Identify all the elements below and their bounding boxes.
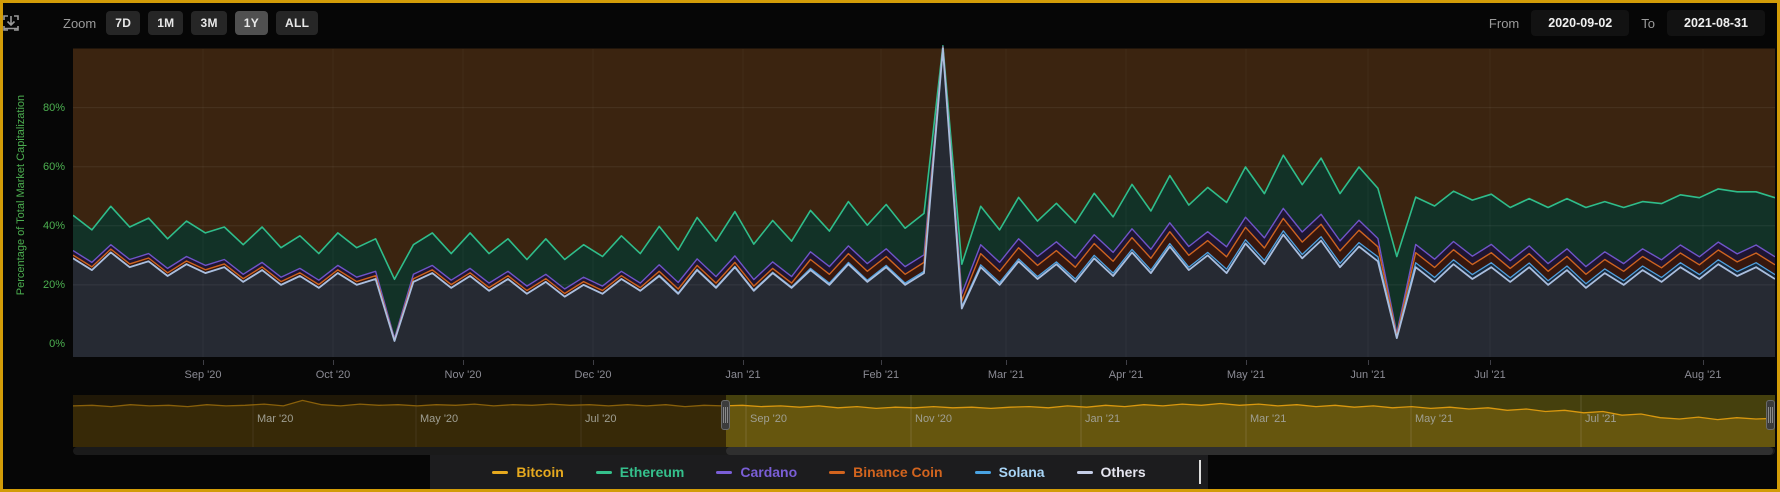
x-tick-label: Jun '21 [1350,369,1385,381]
navigator-tick-label: Mar '20 [257,413,293,425]
x-tick-mark [881,360,882,365]
x-tick-mark [333,360,334,365]
x-tick-mark [1490,360,1491,365]
x-tick-mark [1703,360,1704,365]
y-axis-title: Percentage of Total Market Capitalizatio… [15,45,27,345]
legend-swatch [829,471,845,474]
x-tick-label: Dec '20 [575,369,612,381]
legend-item-others[interactable]: Others [1077,464,1146,480]
navigator-tick-label: Jul '20 [585,413,616,425]
legend-item-ethereum[interactable]: Ethereum [596,464,685,480]
zoom-button-3m[interactable]: 3M [191,11,226,35]
x-tick-label: Aug '21 [1685,369,1722,381]
navigator-tick-label: May '21 [1415,413,1453,425]
zoom-button-all[interactable]: ALL [276,11,318,35]
legend: Bitcoin Ethereum Cardano Binance Coin Solana… [430,455,1208,489]
zoom-button-7d[interactable]: 7D [106,11,140,35]
download-icon[interactable] [3,15,19,31]
chart-frame: Zoom 7D 1M 3M 1Y ALL From 2020-09-02 To 2021… [0,0,1780,492]
navigator-tick-label: May '20 [420,413,458,425]
navigator-tick-label: Jan '21 [1085,413,1120,425]
navigator-right-handle[interactable] [1766,400,1775,430]
legend-label: Binance Coin [853,464,942,480]
legend-swatch [492,471,508,474]
x-tick-label: Mar '21 [988,369,1024,381]
zoom-label: Zoom [63,16,96,31]
navigator-tick-label: Nov '20 [915,413,952,425]
legend-label: Others [1101,464,1146,480]
legend-swatch [716,471,732,474]
from-date-input[interactable]: 2020-09-02 [1531,10,1629,36]
x-tick-mark [1368,360,1369,365]
x-tick-label: Apr '21 [1109,369,1144,381]
navigator-mask [73,395,726,447]
legend-swatch [1077,471,1093,474]
x-tick-mark [1246,360,1247,365]
x-tick-label: Jul '21 [1474,369,1505,381]
legend-item-bitcoin[interactable]: Bitcoin [492,464,563,480]
x-tick-mark [1126,360,1127,365]
x-tick-mark [593,360,594,365]
x-tick-mark [1006,360,1007,365]
navigator-tick-label: Mar '21 [1250,413,1286,425]
main-chart[interactable] [73,45,1775,377]
x-tick-label: Sep '20 [185,369,222,381]
x-tick-label: May '21 [1227,369,1265,381]
navigator-scrollbar [73,447,1775,455]
from-label: From [1489,16,1519,31]
legend-item-solana[interactable]: Solana [975,464,1045,480]
y-tick-label: 20% [9,279,65,291]
x-tick-label: Oct '20 [316,369,351,381]
legend-label: Solana [999,464,1045,480]
y-tick-label: 0% [9,338,65,350]
y-tick-label: 80% [9,102,65,114]
x-tick-label: Feb '21 [863,369,899,381]
y-tick-label: 60% [9,161,65,173]
x-tick-label: Nov '20 [445,369,482,381]
navigator-tick-label: Sep '20 [750,413,787,425]
zoom-button-group: 7D 1M 3M 1Y ALL [106,11,326,35]
y-tick-label: 40% [9,220,65,232]
toolbar: Zoom 7D 1M 3M 1Y ALL From 2020-09-02 To 2021… [3,3,1777,43]
x-tick-label: Jan '21 [725,369,760,381]
legend-cursor [1199,460,1201,484]
legend-label: Ethereum [620,464,685,480]
to-date-input[interactable]: 2021-08-31 [1667,10,1765,36]
x-tick-mark [743,360,744,365]
x-tick-mark [203,360,204,365]
legend-label: Bitcoin [516,464,563,480]
legend-item-binance-coin[interactable]: Binance Coin [829,464,942,480]
navigator-tick-label: Jul '21 [1585,413,1616,425]
navigator-scrollbar-thumb[interactable] [726,447,1773,455]
legend-item-cardano[interactable]: Cardano [716,464,797,480]
legend-label: Cardano [740,464,797,480]
to-label: To [1641,16,1655,31]
zoom-button-1m[interactable]: 1M [148,11,183,35]
zoom-button-1y[interactable]: 1Y [235,11,268,35]
x-tick-mark [463,360,464,365]
legend-swatch [975,471,991,474]
legend-swatch [596,471,612,474]
navigator-left-handle[interactable] [721,400,730,430]
